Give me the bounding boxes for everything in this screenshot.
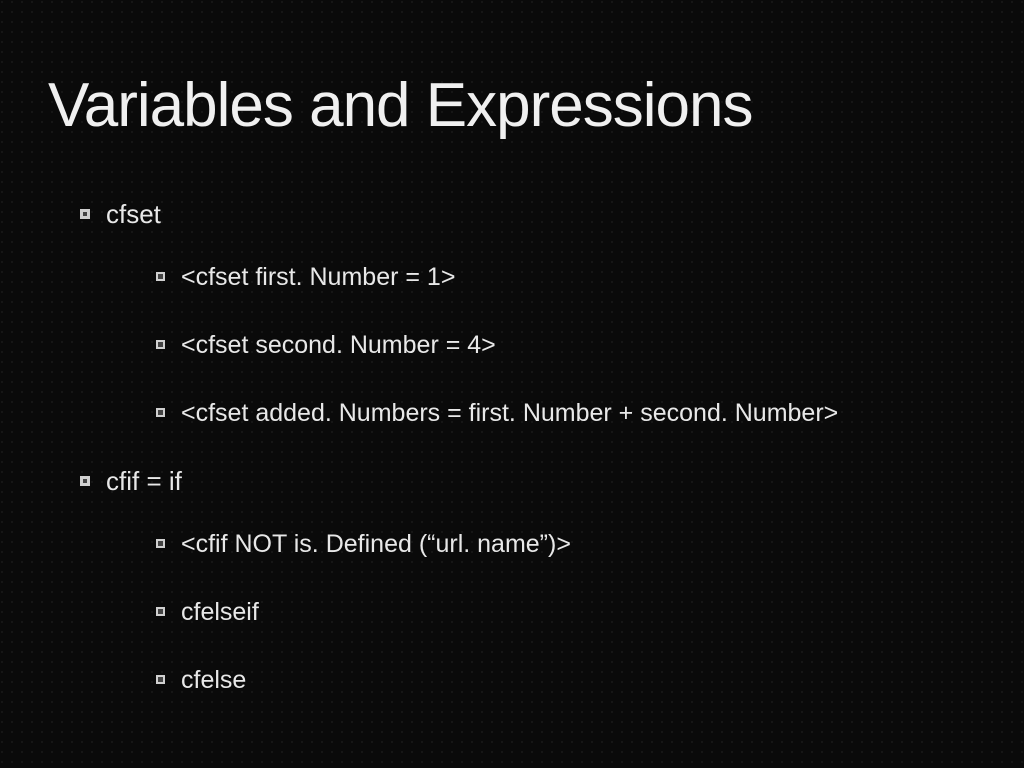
slide-container: Variables and Expressions cfset <cfset f… bbox=[0, 0, 1024, 768]
list-item: <cfif NOT is. Defined (“url. name”)> bbox=[156, 529, 974, 559]
bullet-text: <cfif NOT is. Defined (“url. name”)> bbox=[181, 529, 571, 559]
bullet-text: <cfset first. Number = 1> bbox=[181, 262, 455, 292]
list-item: <cfset first. Number = 1> bbox=[156, 262, 974, 292]
bullet-text: cfif = if bbox=[106, 466, 182, 497]
list-item: cfelse bbox=[156, 665, 974, 695]
bullet-text: cfelseif bbox=[181, 597, 259, 627]
bullet-text: cfset bbox=[106, 199, 161, 230]
list-item: cfset bbox=[80, 199, 974, 230]
list-item: <cfset second. Number = 4> bbox=[156, 330, 974, 360]
list-item: cfif = if bbox=[80, 466, 974, 497]
bullet-text: <cfset added. Numbers = first. Number + … bbox=[181, 398, 838, 428]
bullet-icon bbox=[156, 340, 165, 349]
bullet-icon bbox=[156, 408, 165, 417]
list-item: <cfset added. Numbers = first. Number + … bbox=[156, 398, 974, 428]
bullet-icon bbox=[156, 272, 165, 281]
bullet-list-level2: <cfif NOT is. Defined (“url. name”)> cfe… bbox=[80, 529, 974, 695]
bullet-icon bbox=[80, 209, 90, 219]
bullet-icon bbox=[156, 607, 165, 616]
bullet-icon bbox=[80, 476, 90, 486]
bullet-text: cfelse bbox=[181, 665, 246, 695]
slide-title: Variables and Expressions bbox=[48, 70, 974, 141]
bullet-icon bbox=[156, 539, 165, 548]
bullet-icon bbox=[156, 675, 165, 684]
bullet-list-level2: <cfset first. Number = 1> <cfset second.… bbox=[80, 262, 974, 428]
bullet-list-level1: cfset <cfset first. Number = 1> <cfset s… bbox=[50, 199, 974, 695]
bullet-text: <cfset second. Number = 4> bbox=[181, 330, 496, 360]
list-item: cfelseif bbox=[156, 597, 974, 627]
